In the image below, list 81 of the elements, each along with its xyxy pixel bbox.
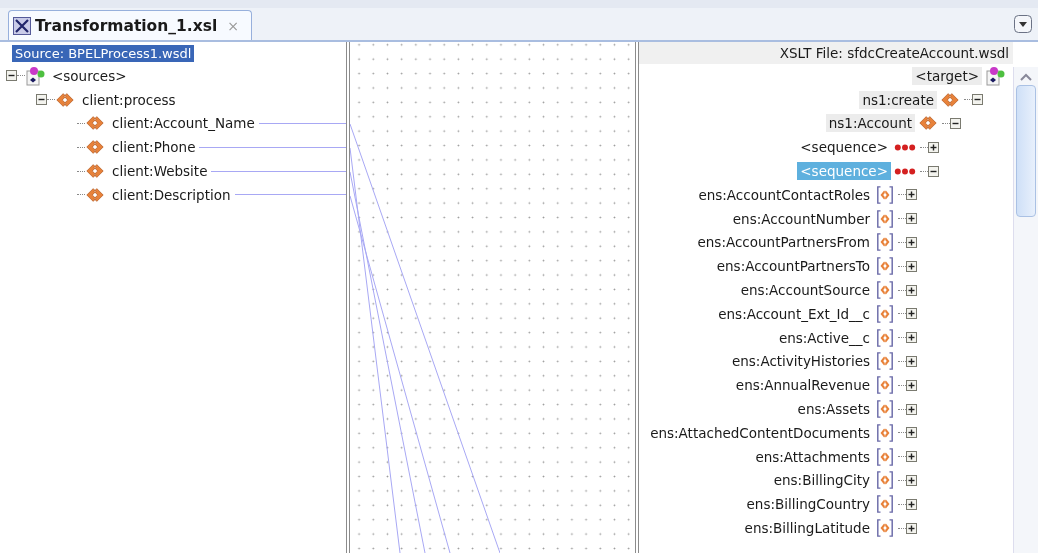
editor-tab[interactable]: Transformation_1.xsl × [8, 10, 252, 40]
expand-icon[interactable] [906, 260, 917, 272]
expand-icon[interactable] [906, 308, 917, 320]
expand-icon[interactable] [906, 427, 917, 439]
document-icon [985, 65, 1005, 86]
expand-icon[interactable] [906, 403, 917, 415]
source-header: Source: BPELProcess1.wsdl [12, 44, 195, 62]
expand-icon[interactable] [906, 522, 917, 534]
target-node[interactable]: ens:BillingCity [770, 471, 873, 490]
element-icon [876, 328, 894, 347]
target-node[interactable]: ens:AccountContactRoles [695, 185, 873, 204]
target-node[interactable]: ens:AttachedContentDocuments [647, 423, 873, 442]
element-icon [876, 519, 894, 538]
expand-icon[interactable] [906, 189, 917, 201]
element-icon [876, 185, 894, 204]
expand-icon[interactable] [906, 451, 917, 463]
expand-icon[interactable] [906, 213, 917, 225]
element-icon [940, 91, 960, 108]
sequence-icon [894, 142, 916, 152]
target-node[interactable]: ens:AccountNumber [729, 209, 873, 228]
target-node[interactable]: ns1:Account [825, 114, 915, 133]
expand-icon[interactable] [906, 236, 917, 248]
expand-icon[interactable] [906, 474, 917, 486]
element-icon [85, 139, 105, 156]
element-icon [876, 471, 894, 490]
element-icon [85, 186, 105, 203]
element-icon [918, 115, 938, 132]
source-node[interactable]: <sources> [52, 67, 127, 84]
element-icon [876, 495, 894, 514]
target-node[interactable]: ens:ActivityHistories [728, 352, 873, 371]
expand-icon[interactable] [906, 284, 917, 296]
scrollbar-thumb[interactable] [1016, 85, 1036, 217]
element-icon [876, 423, 894, 442]
collapse-icon[interactable] [928, 165, 939, 177]
source-node[interactable]: client:Website [112, 163, 208, 180]
element-icon [876, 233, 894, 252]
source-node[interactable]: client:process [82, 91, 176, 108]
element-icon [85, 115, 105, 132]
element-icon [876, 400, 894, 419]
element-icon [876, 447, 894, 466]
mapper-icon [13, 16, 31, 35]
dropdown-button[interactable] [1014, 15, 1032, 33]
source-node[interactable]: client:Account_Name [112, 115, 255, 132]
source-node[interactable]: client:Phone [112, 139, 196, 156]
target-node[interactable]: <target> [912, 66, 982, 85]
tab-title: Transformation_1.xsl [35, 16, 218, 35]
element-icon [876, 257, 894, 276]
target-header: XSLT File: sfdcCreateAccount.wsdl [779, 45, 1009, 61]
target-node[interactable]: <sequence> [797, 138, 891, 157]
expand-icon[interactable] [906, 498, 917, 510]
collapse-icon[interactable] [972, 94, 983, 106]
scroll-up-icon[interactable] [1020, 73, 1032, 81]
scrollbar[interactable] [1013, 67, 1038, 553]
sequence-icon [894, 166, 916, 176]
element-icon [876, 376, 894, 395]
element-icon [876, 304, 894, 323]
target-node[interactable]: ens:BillingCountry [743, 495, 873, 514]
target-node[interactable]: ens:BillingLatitude [741, 519, 873, 538]
element-icon [876, 209, 894, 228]
element-icon [55, 91, 75, 108]
target-node[interactable]: ens:Account_Ext_Id__c [715, 304, 873, 323]
document-icon [25, 65, 45, 86]
target-node[interactable]: ens:AccountPartnersTo [713, 257, 873, 276]
expand-icon[interactable] [906, 355, 917, 367]
collapse-icon[interactable] [6, 70, 17, 82]
element-icon [876, 352, 894, 371]
target-node[interactable]: ens:AccountPartnersFrom [694, 233, 873, 252]
target-node[interactable]: ens:Assets [794, 400, 873, 419]
source-node[interactable]: client:Description [112, 186, 231, 203]
element-icon [85, 163, 105, 180]
collapse-icon[interactable] [950, 118, 961, 129]
target-node[interactable]: ens:Active__c [775, 328, 873, 347]
collapse-icon[interactable] [36, 94, 47, 106]
target-node[interactable]: ens:Attachments [752, 447, 873, 466]
expand-icon[interactable] [906, 379, 917, 391]
target-node[interactable]: ens:AnnualRevenue [732, 376, 873, 395]
expand-icon[interactable] [928, 141, 939, 153]
expand-icon[interactable] [906, 332, 917, 344]
target-node[interactable]: ns1:create [859, 90, 937, 109]
target-node[interactable]: ens:AccountSource [737, 281, 873, 300]
element-icon [876, 281, 894, 300]
